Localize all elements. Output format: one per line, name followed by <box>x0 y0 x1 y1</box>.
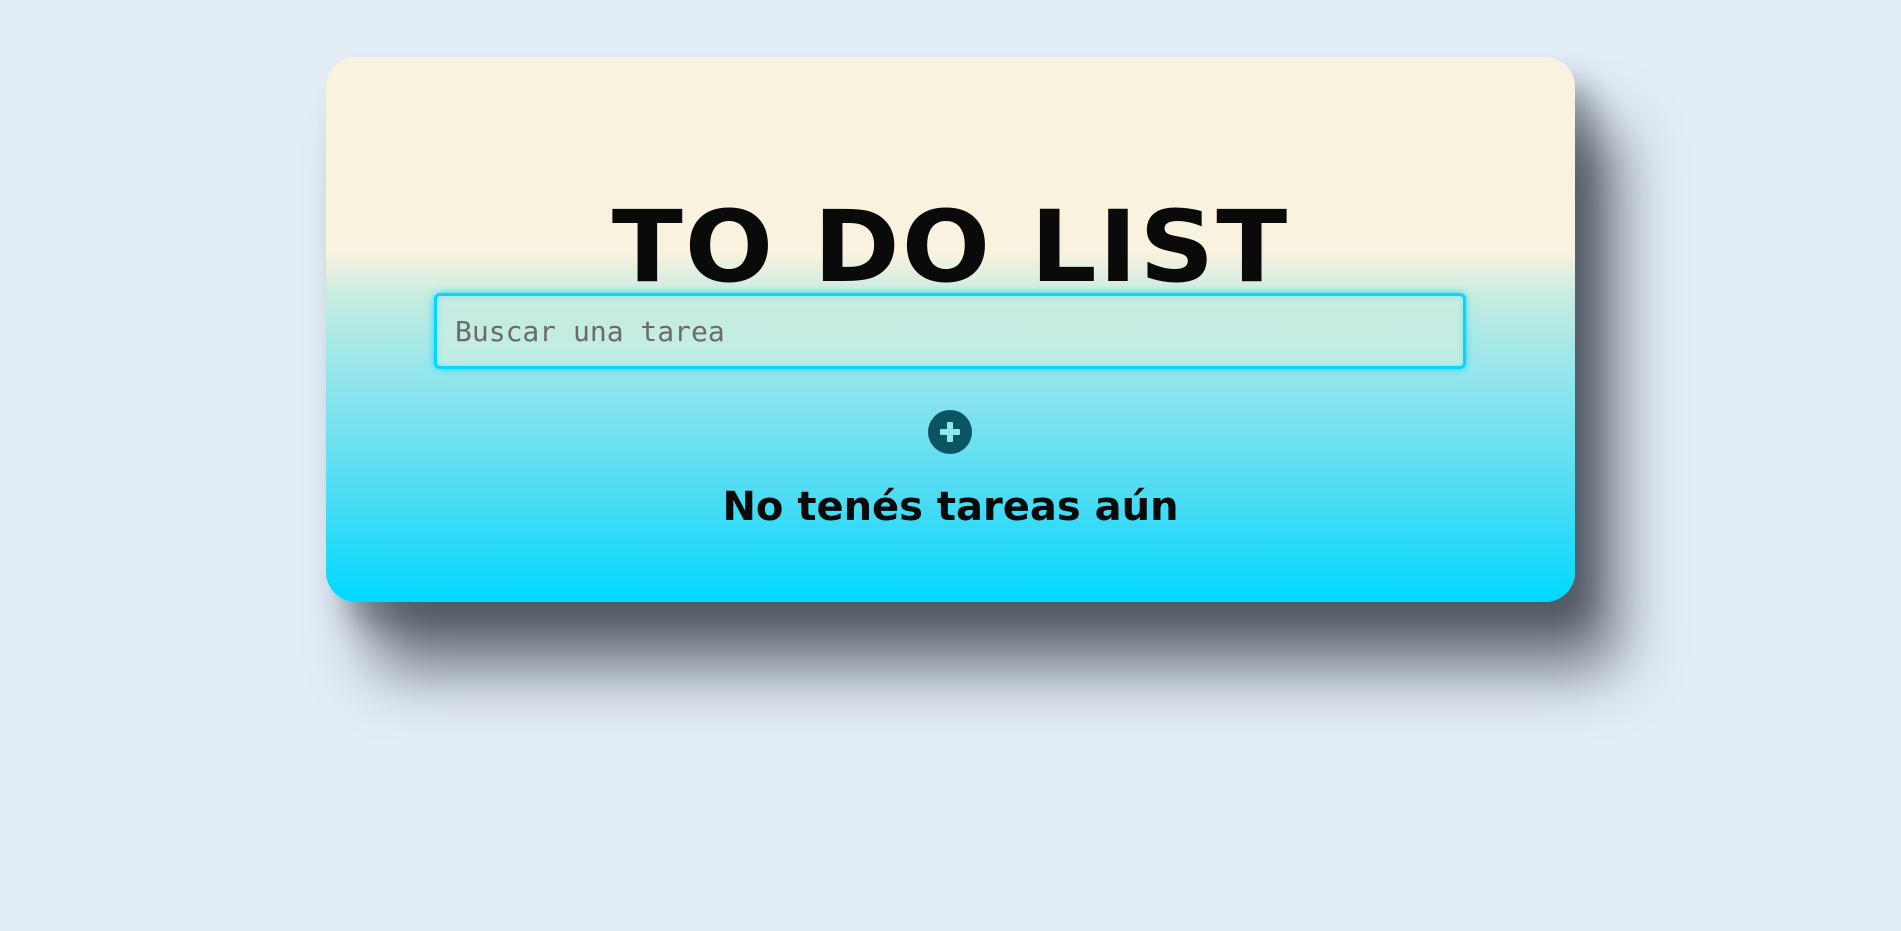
page: TO DO LIST No tenés tareas aún <box>0 0 1901 931</box>
empty-tasks-message: No tenés tareas aún <box>722 484 1179 530</box>
search-input[interactable] <box>434 293 1466 369</box>
page-title: TO DO LIST <box>611 189 1290 305</box>
add-task-button[interactable] <box>928 410 972 454</box>
plus-icon <box>940 422 960 442</box>
todo-card: TO DO LIST No tenés tareas aún <box>326 57 1575 602</box>
search-container <box>434 293 1466 369</box>
